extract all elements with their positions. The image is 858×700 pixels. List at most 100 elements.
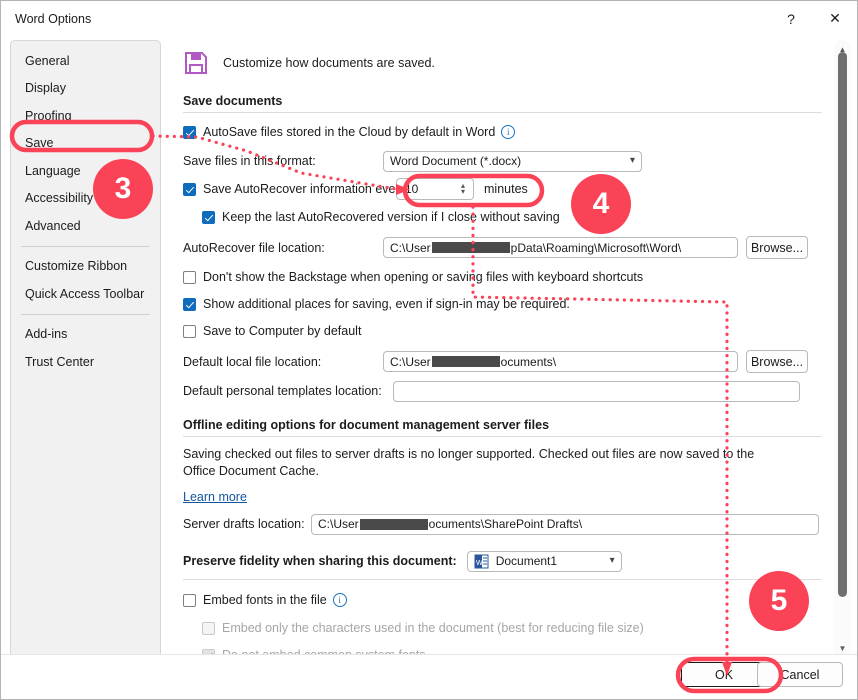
sidebar-item-label: Quick Access Toolbar — [25, 287, 144, 301]
embed-characters-checkbox — [202, 622, 215, 635]
sidebar-item-label: Trust Center — [25, 355, 94, 369]
step-badge-4: 4 — [571, 174, 631, 234]
default-templates-location-row: Default personal templates location: — [183, 380, 834, 402]
default-templates-location-label: Default personal templates location: — [183, 384, 393, 398]
autorecover-location-label: AutoRecover file location: — [183, 241, 383, 255]
autorecover-location-prefix: C:\User — [390, 241, 431, 255]
close-icon[interactable]: ✕ — [813, 1, 857, 36]
embed-fonts-label: Embed fonts in the file — [203, 593, 327, 607]
server-drafts-location-field[interactable]: C:\Userocuments\SharePoint Drafts\ — [311, 514, 819, 535]
sidebar-item-advanced[interactable]: Advanced — [11, 212, 160, 240]
word-options-dialog: Word Options ? ✕ General Display Proofin… — [0, 0, 858, 700]
default-local-prefix: C:\User — [390, 355, 431, 369]
dont-show-backstage-row[interactable]: Don't show the Backstage when opening or… — [183, 266, 834, 288]
section-divider — [183, 436, 822, 437]
offline-editing-heading: Offline editing options for document man… — [183, 418, 834, 432]
autosave-cloud-row[interactable]: AutoSave files stored in the Cloud by de… — [183, 121, 834, 143]
panel-header: Customize how documents are saved. — [183, 50, 834, 76]
preserve-fidelity-row: Preserve fidelity when sharing this docu… — [183, 550, 834, 572]
ok-button[interactable]: OK — [681, 662, 767, 687]
scrollbar-thumb[interactable] — [838, 52, 847, 597]
default-local-suffix: ocuments\ — [501, 355, 556, 369]
autorecover-location-field[interactable]: C:\User pData\Roaming\Microsoft\Word\ — [383, 237, 738, 258]
window-title: Word Options — [15, 12, 91, 26]
preserve-fidelity-value: Document1 — [496, 554, 557, 568]
show-additional-places-label: Show additional places for saving, even … — [203, 297, 570, 311]
word-document-icon: W — [474, 554, 489, 569]
autorecover-checkbox[interactable] — [183, 183, 196, 196]
step-badge-5: 5 — [749, 571, 809, 631]
keep-last-autorecovered-row[interactable]: Keep the last AutoRecovered version if I… — [202, 206, 834, 228]
save-format-label: Save files in this format: — [183, 154, 383, 168]
autosave-cloud-label: AutoSave files stored in the Cloud by de… — [203, 125, 495, 139]
save-to-computer-label: Save to Computer by default — [203, 324, 361, 338]
autorecover-minutes-stepper[interactable]: 10 ▴ ▾ — [396, 178, 474, 200]
default-templates-location-field[interactable] — [393, 381, 800, 402]
sidebar-item-label: Language — [25, 164, 81, 178]
chevron-down-icon: ▾ — [630, 156, 635, 166]
save-format-value: Word Document (*.docx) — [390, 154, 521, 168]
vertical-scrollbar[interactable]: ▲ ▼ — [834, 40, 851, 658]
sidebar-item-display[interactable]: Display — [11, 75, 160, 103]
preserve-fidelity-label: Preserve fidelity when sharing this docu… — [183, 554, 457, 568]
autosave-cloud-checkbox[interactable] — [183, 126, 196, 139]
sidebar-item-add-ins[interactable]: Add-ins — [11, 321, 160, 349]
save-to-computer-checkbox[interactable] — [183, 325, 196, 338]
sidebar-divider — [21, 314, 150, 315]
browse-default-local-button[interactable]: Browse... — [746, 350, 808, 373]
embed-fonts-checkbox[interactable] — [183, 594, 196, 607]
sidebar-item-proofing[interactable]: Proofing — [11, 102, 160, 130]
sidebar-item-label: Advanced — [25, 219, 81, 233]
dont-show-backstage-checkbox[interactable] — [183, 271, 196, 284]
keep-last-autorecovered-label: Keep the last AutoRecovered version if I… — [222, 210, 560, 224]
section-divider — [183, 579, 822, 580]
redacted-block — [432, 356, 500, 367]
window-controls: ? ✕ — [769, 1, 857, 36]
panel-header-text: Customize how documents are saved. — [223, 56, 435, 70]
dont-show-backstage-label: Don't show the Backstage when opening or… — [203, 270, 643, 284]
save-to-computer-row[interactable]: Save to Computer by default — [183, 320, 834, 342]
embed-characters-row: Embed only the characters used in the do… — [202, 617, 834, 639]
chevron-down-icon: ▾ — [610, 556, 615, 566]
default-local-location-label: Default local file location: — [183, 355, 383, 369]
stepper-arrows-icon[interactable]: ▴ ▾ — [461, 183, 469, 195]
default-local-location-row: Default local file location: C:\User ocum… — [183, 350, 834, 373]
sidebar-item-quick-access-toolbar[interactable]: Quick Access Toolbar — [11, 280, 160, 308]
show-additional-places-checkbox[interactable] — [183, 298, 196, 311]
info-icon[interactable]: i — [501, 125, 515, 139]
stepper-down-icon[interactable]: ▾ — [461, 189, 465, 195]
info-icon[interactable]: i — [333, 593, 347, 607]
redacted-block — [432, 242, 510, 253]
sidebar-item-trust-center[interactable]: Trust Center — [11, 348, 160, 376]
dialog-footer: OK Cancel — [1, 654, 857, 699]
sidebar-item-label: Save — [25, 136, 54, 150]
server-drafts-suffix: ocuments\SharePoint Drafts\ — [429, 517, 582, 531]
sidebar-item-save[interactable]: Save — [11, 130, 160, 158]
autorecover-row: Save AutoRecover information every 10 ▴ … — [183, 178, 834, 200]
default-local-location-field[interactable]: C:\User ocuments\ — [383, 351, 738, 372]
save-floppy-icon — [183, 50, 209, 76]
help-button[interactable]: ? — [769, 1, 813, 36]
step-badge-3: 3 — [93, 159, 153, 219]
section-divider — [183, 112, 822, 113]
sidebar-item-customize-ribbon[interactable]: Customize Ribbon — [11, 253, 160, 281]
svg-text:W: W — [476, 560, 483, 567]
sidebar-item-label: Add-ins — [25, 327, 67, 341]
sidebar-item-general[interactable]: General — [11, 47, 160, 75]
sidebar-item-label: Proofing — [25, 109, 72, 123]
keep-last-autorecovered-checkbox[interactable] — [202, 211, 215, 224]
autorecover-location-row: AutoRecover file location: C:\User pData\… — [183, 236, 834, 259]
cancel-button[interactable]: Cancel — [757, 662, 843, 687]
autorecover-location-suffix: pData\Roaming\Microsoft\Word\ — [511, 241, 682, 255]
sidebar-item-label: Accessibility — [25, 191, 93, 205]
preserve-fidelity-dropdown[interactable]: W Document1 ▾ — [467, 551, 622, 572]
minutes-label: minutes — [484, 182, 528, 196]
embed-characters-label: Embed only the characters used in the do… — [222, 621, 644, 635]
show-additional-places-row[interactable]: Show additional places for saving, even … — [183, 293, 834, 315]
embed-fonts-row[interactable]: Embed fonts in the file i — [183, 589, 834, 611]
options-sidebar: General Display Proofing Save Language A… — [10, 40, 161, 658]
browse-autorecover-button[interactable]: Browse... — [746, 236, 808, 259]
save-format-dropdown[interactable]: Word Document (*.docx) ▾ — [383, 151, 642, 172]
learn-more-link[interactable]: Learn more — [183, 490, 247, 504]
redacted-block — [360, 519, 428, 530]
